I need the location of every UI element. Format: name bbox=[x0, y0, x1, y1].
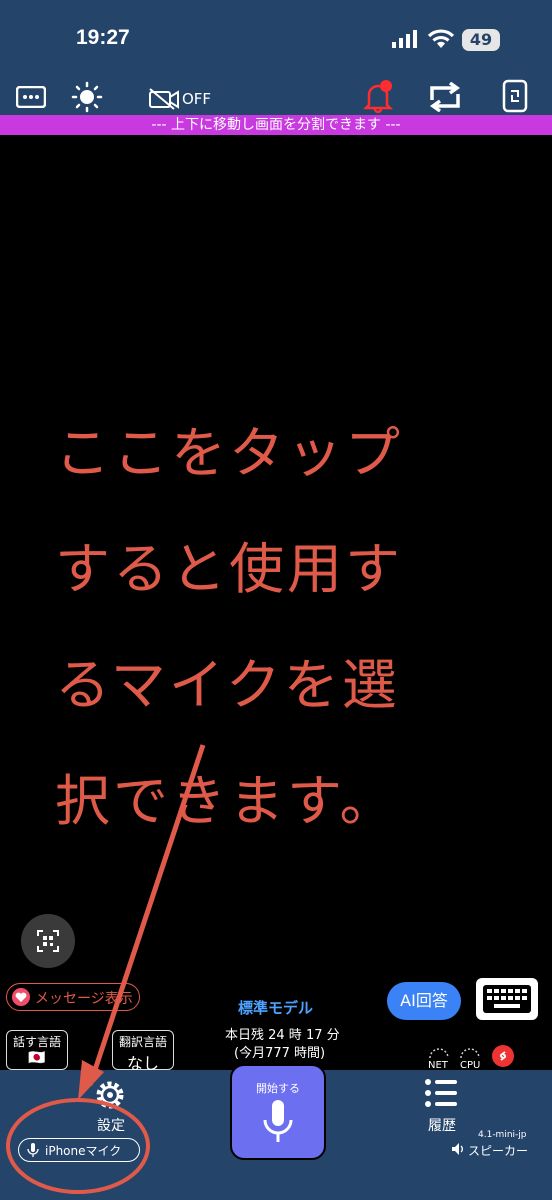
camera-off-icon[interactable] bbox=[148, 88, 182, 110]
status-time: 19:27 bbox=[76, 26, 130, 49]
message-display-label: メッセージ表示 bbox=[35, 991, 133, 1007]
translate-language-title: 翻訳言語 bbox=[118, 1035, 167, 1049]
speaker-label[interactable]: スピーカー bbox=[468, 1142, 528, 1159]
history-label[interactable]: 履歴 bbox=[428, 1115, 456, 1135]
japan-flag-icon: 🇯🇵 bbox=[28, 1050, 46, 1066]
mic-chip-label: iPhoneマイク bbox=[45, 1144, 122, 1158]
model-label[interactable]: 標準モデル bbox=[238, 997, 313, 1018]
microphone-icon bbox=[261, 1098, 295, 1146]
keyboard-toggle-icon[interactable] bbox=[16, 86, 46, 108]
ai-answer-button[interactable]: AI回答 bbox=[387, 982, 461, 1020]
cpu-gauge-icon bbox=[459, 1045, 481, 1059]
alert-bell-icon[interactable] bbox=[360, 78, 396, 114]
remaining-month: (今月777 時間) bbox=[234, 1046, 326, 1061]
translate-language-button[interactable]: 翻訳言語 なし bbox=[112, 1030, 174, 1073]
net-gauge-icon bbox=[428, 1045, 450, 1059]
wifi-icon bbox=[427, 28, 455, 50]
split-screen-bar[interactable]: --- 上下に移動し画面を分割できます --- bbox=[0, 115, 552, 135]
heart-icon bbox=[11, 987, 31, 1007]
speak-language-button[interactable]: 話す言語 🇯🇵 bbox=[6, 1030, 68, 1070]
message-display-button[interactable]: メッセージ表示 bbox=[6, 983, 140, 1011]
instruction-line: るマイクを選 bbox=[55, 653, 400, 717]
battery-indicator: 49 bbox=[462, 29, 500, 51]
keyboard-icon bbox=[482, 984, 532, 1014]
instruction-overlay: ここをタップ すると使用す るマイクを選 択できます。 bbox=[55, 395, 515, 859]
instruction-line: 択できます。 bbox=[55, 769, 398, 833]
speaker-icon[interactable] bbox=[451, 1142, 465, 1156]
signal-icon bbox=[392, 30, 420, 48]
mic-select-chip[interactable]: iPhoneマイク bbox=[18, 1138, 140, 1162]
camera-off-label: OFF bbox=[182, 90, 212, 108]
brightness-icon[interactable] bbox=[71, 81, 103, 113]
list-icon[interactable] bbox=[424, 1078, 458, 1108]
shazam-button[interactable] bbox=[492, 1045, 514, 1067]
speak-language-title: 話す言語 bbox=[12, 1035, 61, 1049]
screen-rotate-icon[interactable] bbox=[500, 79, 530, 113]
remaining-today: 本日残 24 時 17 分 bbox=[225, 1028, 340, 1043]
start-button[interactable]: 開始する bbox=[230, 1064, 326, 1160]
gear-icon[interactable] bbox=[93, 1078, 127, 1112]
version-label: 4.1-mini-jp bbox=[478, 1130, 527, 1140]
start-label: 開始する bbox=[256, 1082, 300, 1095]
mic-small-icon bbox=[27, 1142, 39, 1158]
keyboard-button[interactable] bbox=[476, 978, 538, 1020]
settings-label[interactable]: 設定 bbox=[97, 1115, 125, 1135]
shazam-icon bbox=[496, 1049, 510, 1063]
swap-icon[interactable] bbox=[426, 82, 464, 112]
instruction-line: ここをタップ bbox=[55, 421, 404, 485]
qr-scan-icon bbox=[37, 930, 59, 952]
instruction-line: すると使用す bbox=[55, 537, 404, 601]
qr-button[interactable] bbox=[21, 914, 75, 968]
